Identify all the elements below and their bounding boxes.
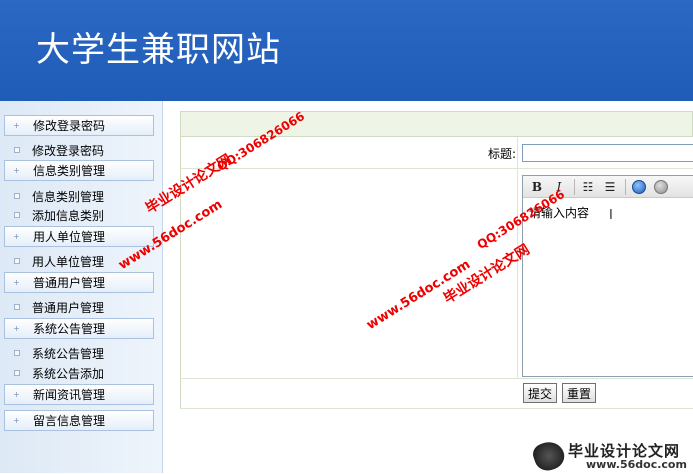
submit-button[interactable]: 提交 xyxy=(523,383,558,403)
sidebar: + 修改登录密码 修改登录密码 + 信息类别管理 信息类别管理 添加信息类别 +… xyxy=(0,101,163,473)
menu-header-user[interactable]: + 普通用户管理 xyxy=(4,272,154,293)
menu-header-news[interactable]: + 新闻资讯管理 xyxy=(4,384,154,405)
bullet-icon xyxy=(14,212,20,218)
plus-icon: + xyxy=(13,323,20,333)
title-input[interactable] xyxy=(522,144,693,162)
menu-item-notice-manage[interactable]: 系统公告管理 xyxy=(14,344,104,362)
menu-item-employer-manage[interactable]: 用人单位管理 xyxy=(14,252,104,270)
bold-icon[interactable]: B xyxy=(527,178,547,196)
menu-item-notice-add[interactable]: 系统公告添加 xyxy=(14,364,104,382)
image-icon[interactable] xyxy=(651,178,671,196)
bullet-icon xyxy=(14,147,20,153)
bullet-icon xyxy=(14,350,20,356)
bullet-icon xyxy=(14,258,20,264)
plus-icon: + xyxy=(13,415,20,425)
menu-header-employer[interactable]: + 用人单位管理 xyxy=(4,226,154,247)
plus-icon: + xyxy=(13,389,20,399)
plus-icon: + xyxy=(13,231,20,241)
menu-item-category-manage[interactable]: 信息类别管理 xyxy=(14,187,104,205)
menu-header-password[interactable]: + 修改登录密码 xyxy=(4,115,154,136)
unordered-list-icon[interactable]: ☰ xyxy=(600,178,620,196)
bullet-icon xyxy=(14,193,20,199)
bullet-icon xyxy=(14,304,20,310)
reset-button[interactable]: 重置 xyxy=(562,383,597,403)
plus-icon: + xyxy=(13,165,20,175)
menu-header-notice[interactable]: + 系统公告管理 xyxy=(4,318,154,339)
text-cursor-icon: Ι xyxy=(609,208,613,223)
site-title: 大学生兼职网站 xyxy=(36,30,281,70)
form-topbar xyxy=(180,111,693,137)
menu-header-messages[interactable]: + 留言信息管理 xyxy=(4,410,154,431)
footer-logo: 毕业设计论文网 www.56doc.com xyxy=(530,437,693,474)
plus-icon: + xyxy=(13,277,20,287)
globe-link-icon[interactable] xyxy=(629,178,649,196)
ordered-list-icon[interactable]: ☷ xyxy=(578,178,598,196)
footer-url: www.56doc.com xyxy=(586,458,687,471)
title-label: 标题: xyxy=(487,147,516,161)
actions-row: 提交 重置 xyxy=(180,379,693,409)
menu-item-category-add[interactable]: 添加信息类别 xyxy=(14,206,104,224)
page-header: 大学生兼职网站 xyxy=(0,0,693,101)
plus-icon: + xyxy=(13,120,20,130)
menu-item-change-password[interactable]: 修改登录密码 xyxy=(14,141,104,159)
menu-header-category[interactable]: + 信息类别管理 xyxy=(4,160,154,181)
form-panel: 标题: B I ☷ ☰ 请输入内容 Ι 提交 重置 xyxy=(180,111,693,409)
logo-emblem-icon xyxy=(530,437,568,474)
menu-item-user-manage[interactable]: 普通用户管理 xyxy=(14,298,104,316)
bullet-icon xyxy=(14,370,20,376)
